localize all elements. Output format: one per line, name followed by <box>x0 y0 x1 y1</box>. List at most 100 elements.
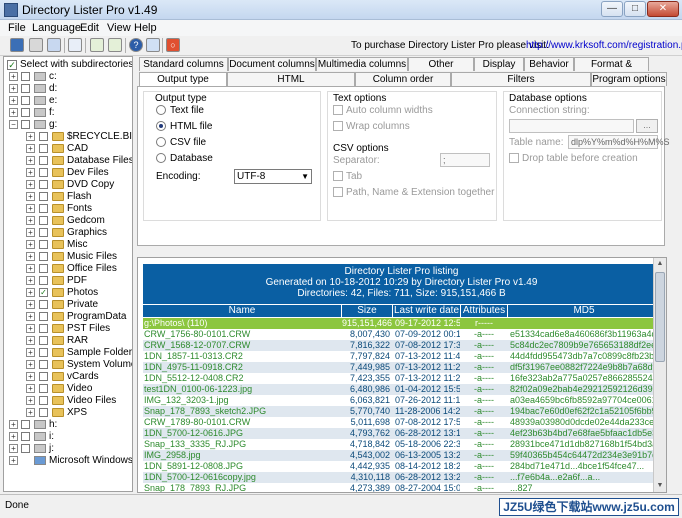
expand-icon[interactable]: + <box>26 180 35 189</box>
tree-folder-row[interactable]: + Dev Files <box>4 167 132 179</box>
import-icon[interactable] <box>108 38 122 52</box>
tab-display[interactable]: Display <box>474 57 524 71</box>
tree-folder-row[interactable]: + Music Files <box>4 251 132 263</box>
folder-checkbox[interactable] <box>39 348 48 357</box>
tree-folder-row[interactable]: + Private <box>4 299 132 311</box>
expand-icon[interactable]: + <box>9 108 18 117</box>
expand-icon[interactable]: + <box>26 360 35 369</box>
tree-folder-row[interactable]: + Misc <box>4 239 132 251</box>
table-name-input[interactable]: dlp%Y%m%d%H%M%S <box>568 135 670 149</box>
expand-icon[interactable]: + <box>26 192 35 201</box>
separator-input[interactable]: ; <box>440 153 490 167</box>
expand-icon[interactable]: + <box>9 84 18 93</box>
radio-database[interactable] <box>156 153 166 163</box>
drive-checkbox[interactable] <box>21 444 30 453</box>
tree-folder-row[interactable]: + System Volume Info <box>4 359 132 371</box>
wrap-columns-checkbox[interactable] <box>333 121 343 131</box>
tree-folder-row[interactable]: + Graphics <box>4 227 132 239</box>
tab-format-sorting[interactable]: Format & sorting <box>574 57 649 83</box>
print-icon[interactable] <box>29 38 43 52</box>
tree-folder-row[interactable]: + Office Files <box>4 263 132 275</box>
tab-output-type[interactable]: Output type <box>139 72 227 86</box>
encoding-select[interactable]: UTF-8 ▼ <box>234 169 312 184</box>
expand-icon[interactable]: + <box>9 444 18 453</box>
expand-icon[interactable]: + <box>9 96 18 105</box>
tree-network-row[interactable]: + Microsoft Windows Network <box>4 455 132 467</box>
stop-icon[interactable]: ○ <box>166 38 180 52</box>
expand-icon[interactable]: + <box>9 456 18 465</box>
tree-folder-row[interactable]: + DVD Copy <box>4 179 132 191</box>
expand-icon[interactable]: + <box>9 72 18 81</box>
radio-html-file[interactable] <box>156 121 166 131</box>
about-icon[interactable] <box>146 38 160 52</box>
purchase-link[interactable]: http://www.krksoft.com/registration.php <box>526 40 682 51</box>
tree-folder-row[interactable]: + PST Files <box>4 323 132 335</box>
drive-checkbox[interactable] <box>21 432 30 441</box>
expand-icon[interactable]: + <box>26 144 35 153</box>
tree-folder-row[interactable]: + Database Files <box>4 155 132 167</box>
folder-checkbox[interactable] <box>39 300 48 309</box>
folder-checkbox[interactable] <box>39 192 48 201</box>
expand-icon[interactable]: + <box>26 288 35 297</box>
expand-icon[interactable]: + <box>26 384 35 393</box>
folder-checkbox[interactable] <box>39 240 48 249</box>
menu-language[interactable]: Language <box>32 22 81 34</box>
expand-icon[interactable]: + <box>26 276 35 285</box>
folder-checkbox[interactable] <box>39 312 48 321</box>
tree-folder-row[interactable]: + ✓ Photos <box>4 287 132 299</box>
drive-checkbox[interactable] <box>21 420 30 429</box>
tree-folder-row[interactable]: + Flash <box>4 191 132 203</box>
folder-checkbox[interactable] <box>39 264 48 273</box>
radio-csv-file[interactable] <box>156 137 166 147</box>
tab-document-columns[interactable]: Document columns <box>228 57 316 71</box>
tree-folder-row[interactable]: + XPS <box>4 407 132 419</box>
tree-folder-row[interactable]: + PDF <box>4 275 132 287</box>
tab-html[interactable]: HTML <box>227 72 355 86</box>
expand-icon[interactable]: + <box>26 132 35 141</box>
expand-icon[interactable]: + <box>26 168 35 177</box>
folder-checkbox[interactable] <box>39 168 48 177</box>
expand-icon[interactable]: + <box>26 336 35 345</box>
drive-checkbox[interactable] <box>21 120 30 129</box>
scroll-thumb[interactable] <box>655 272 665 362</box>
tree-folder-row[interactable]: + Video <box>4 383 132 395</box>
expand-icon[interactable]: + <box>26 372 35 381</box>
tab-checkbox[interactable] <box>333 171 343 181</box>
folder-checkbox[interactable] <box>39 372 48 381</box>
tree-folder-row[interactable]: + Gedcom <box>4 215 132 227</box>
close-button[interactable]: ✕ <box>647 1 679 17</box>
folder-checkbox[interactable] <box>39 204 48 213</box>
folder-checkbox[interactable] <box>39 144 48 153</box>
connection-string-input[interactable] <box>509 119 634 133</box>
tree-folder-row[interactable]: + Sample Folder <box>4 347 132 359</box>
drive-checkbox[interactable] <box>21 108 30 117</box>
tree-folder-row[interactable]: + Video Files <box>4 395 132 407</box>
tree-drive-row[interactable]: + h: <box>4 419 132 431</box>
drive-checkbox[interactable] <box>21 84 30 93</box>
tab-multimedia-columns[interactable]: Multimedia columns <box>316 57 408 71</box>
tree-drive-row[interactable]: + f: <box>4 107 132 119</box>
tree-folder-row[interactable]: + CAD <box>4 143 132 155</box>
browse-button[interactable]: ... <box>636 119 658 133</box>
drive-checkbox[interactable] <box>21 96 30 105</box>
tree-drive-row[interactable]: − g: <box>4 119 132 131</box>
listing-scrollbar[interactable]: ▲ ▼ <box>653 258 666 492</box>
maximize-button[interactable]: □ <box>624 1 646 17</box>
expand-icon[interactable]: + <box>26 396 35 405</box>
tab-column-order[interactable]: Column order <box>355 72 451 86</box>
tab-program-options[interactable]: Program options <box>591 72 667 86</box>
listing-preview[interactable]: Directory Lister Pro listing Generated o… <box>137 257 667 493</box>
folder-checkbox[interactable] <box>39 252 48 261</box>
scroll-up-icon[interactable]: ▲ <box>654 258 666 270</box>
expand-icon[interactable]: + <box>26 240 35 249</box>
tab-other-columns[interactable]: Other columns <box>408 57 474 83</box>
expand-icon[interactable]: + <box>26 408 35 417</box>
expand-icon[interactable]: + <box>26 252 35 261</box>
select-with-subdirectories[interactable]: ✓ Select with subdirectories <box>7 59 132 70</box>
expand-icon[interactable]: + <box>26 348 35 357</box>
folder-checkbox[interactable] <box>39 132 48 141</box>
tree-drive-row[interactable]: + d: <box>4 83 132 95</box>
folder-checkbox[interactable] <box>39 396 48 405</box>
folder-checkbox[interactable] <box>39 360 48 369</box>
expand-icon[interactable]: − <box>9 120 18 129</box>
